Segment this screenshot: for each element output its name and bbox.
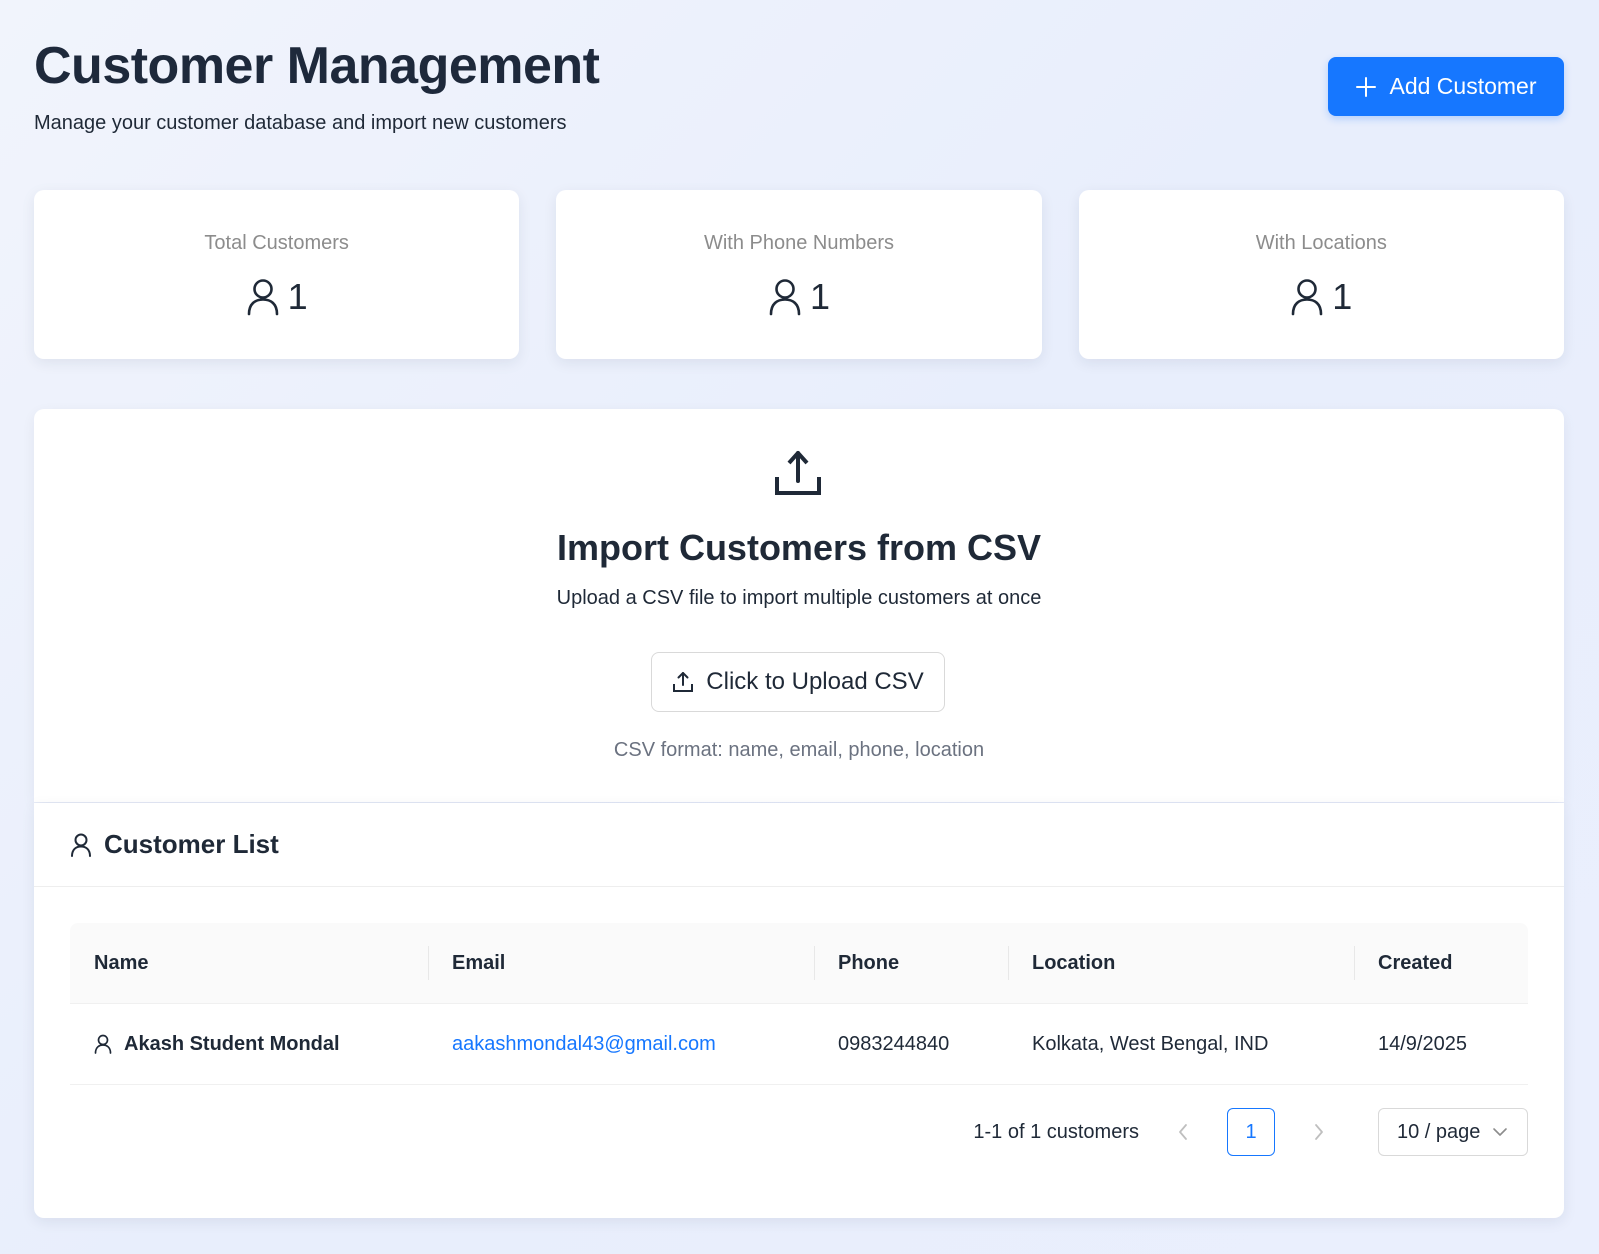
import-csv-card: Import Customers from CSV Upload a CSV f… <box>34 409 1564 802</box>
page-size-select[interactable]: 10 / page <box>1378 1108 1528 1156</box>
customer-management-page: Customer Management Manage your customer… <box>34 0 1564 1254</box>
column-header-email[interactable]: Email <box>428 923 814 1003</box>
upload-csv-label: Click to Upload CSV <box>706 668 924 695</box>
stat-value: 1 <box>287 276 308 317</box>
customer-email-link[interactable]: aakashmondal43@gmail.com <box>452 1033 716 1056</box>
chevron-right-icon <box>1315 1124 1323 1140</box>
add-customer-label: Add Customer <box>1389 73 1537 99</box>
upload-icon <box>673 672 694 692</box>
customer-list-title: Customer List <box>104 829 279 859</box>
stats-row: Total Customers 1 With Phone Numbers 1 W… <box>34 190 1564 359</box>
stat-label: With Locations <box>1255 232 1387 254</box>
customer-table: Name Email Phone Location Created Akash … <box>70 923 1528 1085</box>
page-title: Customer Management <box>34 37 600 95</box>
customer-list-header: Customer List <box>34 803 1564 887</box>
stat-value-row: 1 <box>34 276 519 318</box>
column-header-location[interactable]: Location <box>1008 923 1354 1003</box>
cell-location: Kolkata, West Bengal, IND <box>1008 1033 1354 1056</box>
column-header-created[interactable]: Created <box>1354 923 1528 1003</box>
stat-value: 1 <box>1332 276 1353 317</box>
cell-email[interactable]: aakashmondal43@gmail.com <box>428 1033 814 1056</box>
chevron-left-icon <box>1179 1124 1187 1140</box>
page-subtitle: Manage your customer database and import… <box>34 112 567 134</box>
upload-csv-button[interactable]: Click to Upload CSV <box>651 652 945 712</box>
customer-created: 14/9/2025 <box>1378 1032 1467 1055</box>
table-row[interactable]: Akash Student Mondal aakashmondal43@gmai… <box>70 1004 1528 1085</box>
upload-icon <box>775 451 821 495</box>
user-icon <box>94 1034 112 1054</box>
chevron-down-icon <box>1493 1128 1508 1136</box>
user-icon <box>769 279 801 316</box>
page-number-button[interactable]: 1 <box>1227 1108 1275 1156</box>
pagination: 1-1 of 1 customers 1 10 / page <box>973 1108 1528 1156</box>
column-header-name[interactable]: Name <box>70 923 428 1003</box>
stat-card-with-phone-numbers: With Phone Numbers 1 <box>556 190 1042 359</box>
cell-created: 14/9/2025 <box>1354 1033 1528 1056</box>
add-customer-button[interactable]: Add Customer <box>1328 57 1564 116</box>
stat-card-total-customers: Total Customers 1 <box>34 190 520 359</box>
plus-icon <box>1356 76 1377 97</box>
table-header: Name Email Phone Location Created <box>70 923 1528 1004</box>
stat-value: 1 <box>809 276 830 317</box>
customer-phone: 0983244840 <box>838 1032 950 1055</box>
next-page-button[interactable] <box>1305 1118 1333 1146</box>
customer-name: Akash Student Mondal <box>124 1032 340 1055</box>
page-size-value: 10 / page <box>1397 1120 1481 1143</box>
stat-label: Total Customers <box>204 232 349 254</box>
stat-value-row: 1 <box>1079 276 1564 318</box>
import-description: Upload a CSV file to import multiple cus… <box>556 587 1042 609</box>
column-header-phone[interactable]: Phone <box>814 923 1008 1003</box>
csv-format-hint: CSV format: name, email, phone, location <box>613 739 985 761</box>
cell-phone: 0983244840 <box>814 1033 1008 1056</box>
import-title: Import Customers from CSV <box>556 527 1042 568</box>
user-icon <box>71 833 91 857</box>
stat-label: With Phone Numbers <box>703 232 895 254</box>
page-header: Customer Management Manage your customer… <box>34 36 1564 146</box>
cell-name: Akash Student Mondal <box>70 1033 428 1056</box>
previous-page-button[interactable] <box>1169 1118 1197 1146</box>
customer-location: Kolkata, West Bengal, IND <box>1032 1032 1269 1055</box>
stat-value-row: 1 <box>556 276 1041 318</box>
user-icon <box>1291 279 1323 316</box>
customer-list-card: Customer List Name Email Phone Location … <box>34 803 1564 1218</box>
user-icon <box>247 279 278 316</box>
stat-card-with-locations: With Locations 1 <box>1078 190 1564 359</box>
pagination-total: 1-1 of 1 customers <box>973 1120 1139 1143</box>
